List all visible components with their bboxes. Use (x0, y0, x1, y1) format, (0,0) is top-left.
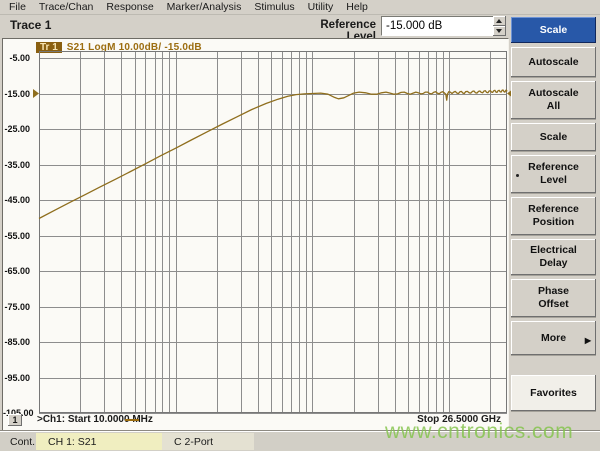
stop-frequency-label: Stop 26.5000 GHz (417, 414, 501, 425)
softkey-label: Phase (538, 285, 569, 298)
reference-level-button[interactable]: ReferenceLevel (511, 155, 596, 193)
reference-level-input[interactable] (381, 16, 497, 36)
softkey-label: Autoscale (528, 87, 578, 100)
channel-status-segment: CH 1: S21 (36, 433, 162, 450)
menu-item-trace-chan[interactable]: Trace/Chan (39, 1, 93, 13)
y-axis-label: -5.00 (3, 53, 30, 63)
menu-item-response[interactable]: Response (106, 1, 153, 13)
softkey-label: Electrical (530, 244, 577, 257)
menu-item-marker-analysis[interactable]: Marker/Analysis (167, 1, 242, 13)
autoscale-all-button[interactable]: AutoscaleAll (511, 81, 596, 119)
trace-color-legend (125, 419, 139, 421)
y-axis-label: -55.00 (3, 231, 30, 241)
menu-item-utility[interactable]: Utility (308, 1, 334, 13)
softkey-label: Scale (540, 131, 567, 144)
sweep-status-label: Cont. (10, 436, 35, 448)
channel-badge[interactable]: 1 (8, 414, 22, 426)
reference-level-stepper (493, 16, 506, 36)
softkey-label: Position (533, 216, 574, 229)
sidebar-spacer (511, 359, 596, 371)
reference-level-marker-left (33, 89, 39, 98)
trace-window-title: Trace 1 (10, 18, 51, 32)
favorites-button[interactable]: Favorites (511, 375, 596, 411)
channel-status-label: CH 1: S21 (48, 436, 96, 448)
softkey-label: All (547, 100, 560, 113)
stepper-up-button[interactable] (493, 16, 506, 26)
chart-grid (33, 51, 513, 416)
y-axis-label: -95.00 (3, 373, 30, 383)
menu-item-stimulus[interactable]: Stimulus (254, 1, 294, 13)
softkey-label: Reference (528, 161, 579, 174)
softkey-label: Level (540, 174, 567, 187)
softkey-label: Offset (538, 298, 568, 311)
calibration-status-label: C 2-Port (174, 436, 213, 448)
autoscale-button[interactable]: Autoscale (511, 47, 596, 77)
status-bar: Cont. CH 1: S21 C 2-Port (0, 432, 600, 451)
y-axis-label: -15.00 (3, 89, 30, 99)
y-axis-label: -25.00 (3, 124, 30, 134)
menu-item-help[interactable]: Help (346, 1, 368, 13)
scale-button[interactable]: Scale (511, 123, 596, 151)
submenu-arrow-icon: ▶ (585, 334, 591, 347)
more-button[interactable]: More ▶ (511, 321, 596, 355)
stimulus-row: 1 >Ch1: Start 10.0000 MHz Stop 26.5000 G… (3, 414, 506, 428)
softkey-label: Autoscale (528, 56, 578, 69)
active-entry-dot (516, 174, 519, 177)
softkey-label: More (541, 332, 566, 345)
menu-item-file[interactable]: File (9, 1, 26, 13)
softkey-label: Scale (540, 24, 567, 37)
electrical-delay-button[interactable]: ElectricalDelay (511, 239, 596, 275)
calibration-status-segment: C 2-Port (162, 433, 254, 450)
header-row: Trace 1 Reference Level (0, 15, 600, 38)
y-axis-label: -45.00 (3, 195, 30, 205)
phase-offset-button[interactable]: PhaseOffset (511, 279, 596, 317)
y-axis-label: -75.00 (3, 302, 30, 312)
plot-panel: Tr 1 S21 LogM 10.00dB/ -15.0dB -5.00-15.… (2, 38, 509, 431)
softkey-label: Reference (528, 203, 579, 216)
softkey-sidebar: ScaleAutoscaleAutoscaleAllScaleReference… (511, 17, 596, 411)
menu-bar: File Trace/Chan Response Marker/Analysis Sti… (0, 0, 600, 15)
softkey-label: Delay (539, 257, 567, 270)
scale-active-button[interactable]: Scale (511, 17, 596, 43)
stepper-down-button[interactable] (493, 26, 506, 36)
y-axis-label: -65.00 (3, 266, 30, 276)
reference-position-button[interactable]: ReferencePosition (511, 197, 596, 235)
y-axis-label: -85.00 (3, 337, 30, 347)
y-axis-label: -35.00 (3, 160, 30, 170)
